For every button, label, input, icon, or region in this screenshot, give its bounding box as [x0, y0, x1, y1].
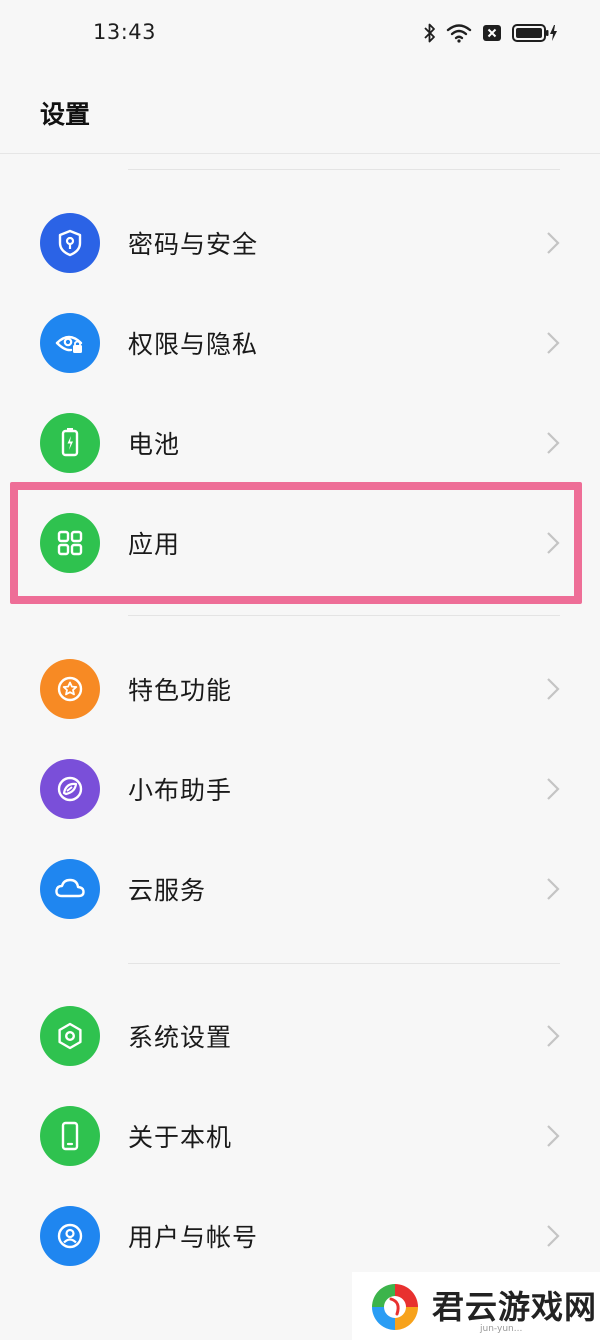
settings-item-label: 关于本机	[128, 1123, 233, 1152]
watermark-logo-icon	[372, 1284, 418, 1330]
phone-icon	[40, 1106, 100, 1166]
assistant-icon	[40, 759, 100, 819]
chevron-right-icon	[547, 332, 560, 354]
chevron-right-icon	[547, 232, 560, 254]
settings-item-label: 系统设置	[128, 1023, 233, 1052]
watermark-subtext: jun-yun...	[480, 1324, 523, 1334]
battery-charging-icon	[512, 23, 558, 47]
status-time: 13:43	[93, 20, 157, 44]
page-title: 设置	[40, 100, 91, 129]
settings-item-label: 权限与隐私	[128, 330, 259, 359]
settings-item-assistant[interactable]: 小布助手	[0, 739, 600, 839]
settings-item-label: 密码与安全	[128, 230, 259, 259]
chevron-right-icon	[547, 432, 560, 454]
settings-item-password-security[interactable]: 密码与安全	[0, 193, 600, 293]
chevron-right-icon	[547, 1025, 560, 1047]
settings-item-cloud[interactable]: 云服务	[0, 839, 600, 939]
chevron-right-icon	[547, 1125, 560, 1147]
watermark-text: 君云游戏网	[432, 1288, 598, 1326]
settings-item-battery[interactable]: 电池	[0, 393, 600, 493]
wifi-icon	[446, 23, 472, 47]
settings-item-permissions-privacy[interactable]: 权限与隐私	[0, 293, 600, 393]
divider	[128, 963, 560, 964]
chevron-right-icon	[547, 878, 560, 900]
settings-item-about-phone[interactable]: 关于本机	[0, 1086, 600, 1186]
settings-item-system[interactable]: 系统设置	[0, 986, 600, 1086]
divider	[128, 615, 560, 616]
settings-item-special-features[interactable]: 特色功能	[0, 639, 600, 739]
shield-key-icon	[40, 213, 100, 273]
user-circle-icon	[40, 1206, 100, 1266]
highlight-box	[10, 482, 582, 604]
cloud-icon	[40, 859, 100, 919]
settings-item-label: 小布助手	[128, 776, 233, 805]
chevron-right-icon	[547, 1225, 560, 1247]
chevron-right-icon	[547, 778, 560, 800]
chevron-right-icon	[547, 678, 560, 700]
settings-item-label: 电池	[128, 430, 181, 459]
watermark: 君云游戏网 jun-yun...	[352, 1272, 600, 1340]
status-bar: 13:43	[0, 0, 600, 70]
settings-item-users-accounts[interactable]: 用户与帐号	[0, 1186, 600, 1286]
hexagon-gear-icon	[40, 1006, 100, 1066]
settings-item-label: 用户与帐号	[128, 1223, 259, 1252]
bluetooth-icon	[424, 22, 436, 48]
battery-icon	[40, 413, 100, 473]
no-sim-icon	[482, 23, 502, 47]
star-circle-icon	[40, 659, 100, 719]
settings-item-label: 特色功能	[128, 676, 233, 705]
divider	[128, 169, 560, 170]
settings-item-label: 云服务	[128, 876, 207, 905]
eye-lock-icon	[40, 313, 100, 373]
page-header: 设置	[0, 70, 600, 154]
status-icons	[424, 22, 558, 48]
